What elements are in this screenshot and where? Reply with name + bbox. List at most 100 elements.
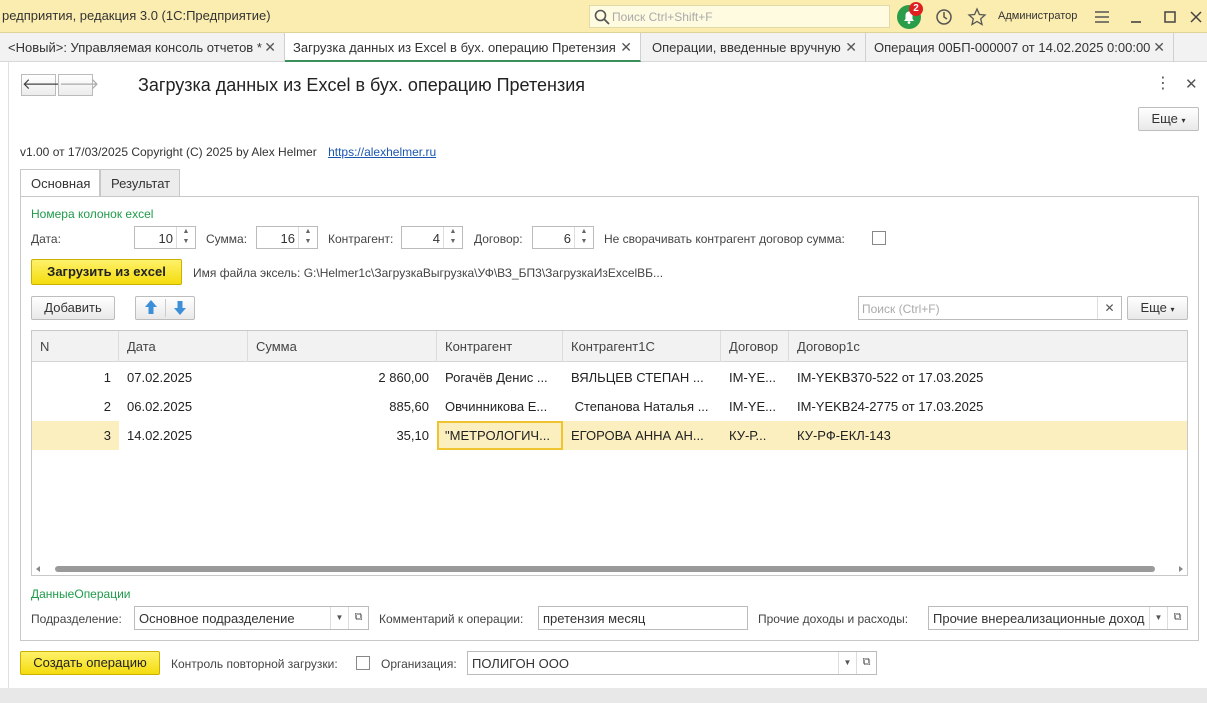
filename-value[interactable]: G:\Helmer1c\ЗагрузкаВыгрузка\УФ\ВЗ_БП3\З… [304,266,663,280]
move-up-icon[interactable] [144,298,158,323]
cell-counterparty-current[interactable]: "МЕТРОЛОГИЧ... [437,421,563,450]
tab-report-console[interactable]: <Новый>: Управляемая консоль отчетов * ✕ [0,33,285,62]
author-site-link[interactable]: https://alexhelmer.ru [328,145,436,159]
chevron-down-icon[interactable]: ▼ [330,607,348,629]
cell-counterparty[interactable]: Овчинникова Е... [437,392,563,421]
cell-contract[interactable]: КУ-Р... [721,421,789,450]
cell-date[interactable]: 07.02.2025 [119,363,248,392]
add-row-button[interactable]: Добавить [31,296,115,320]
cell-n[interactable]: 1 [32,363,119,392]
global-search-input[interactable]: Поиск Ctrl+Shift+F [589,5,890,28]
filename-row: Имя файла эксель: G:\Helmer1c\ЗагрузкаВы… [193,266,663,280]
cell-date[interactable]: 14.02.2025 [119,421,248,450]
spin-arrows-icon[interactable]: ▲ ▼ [176,227,195,248]
chevron-down-icon[interactable]: ▼ [1149,607,1167,629]
cell-sum[interactable]: 35,10 [248,421,437,450]
open-icon[interactable]: ⧉ [348,607,368,629]
form-title: Загрузка данных из Excel в бух. операцию… [138,75,585,95]
chevron-down-icon[interactable]: ▼ [838,652,856,674]
sum-column-input[interactable]: 16 ▲ ▼ [256,226,318,249]
tab-operation-document[interactable]: Операция 00БП-000007 от 14.02.2025 0:00:… [866,33,1174,62]
cell-n[interactable]: 2 [32,392,119,421]
minimize-icon[interactable] [1126,7,1146,27]
clear-search-icon[interactable]: ✕ [1097,297,1121,319]
division-value: Основное подразделение [139,611,295,626]
table-search-placeholder: Поиск (Ctrl+F) [862,302,940,316]
form-more-button[interactable]: Еще ▾ [1138,107,1199,131]
move-down-icon[interactable] [173,299,187,324]
contract-column-input[interactable]: 6 ▲ ▼ [532,226,594,249]
favorites-star-icon[interactable] [967,7,987,27]
cell-sum[interactable]: 885,60 [248,392,437,421]
spin-arrows-icon[interactable]: ▲ ▼ [574,227,593,248]
table-row-selected[interactable]: 3 14.02.2025 35,10 "МЕТРОЛОГИЧ... ЕГОРОВ… [32,421,1187,450]
cell-date[interactable]: 06.02.2025 [119,392,248,421]
counterparty-column-input[interactable]: 4 ▲ ▼ [401,226,463,249]
chevron-down-icon: ▾ [1170,305,1175,314]
cell-counterparty-1c[interactable]: Степанова Наталья ... [563,392,721,421]
column-header-contract[interactable]: Договор [721,331,789,362]
more-vert-icon[interactable]: ⋮ [1155,73,1171,93]
organization-select[interactable]: ПОЛИГОН ООО ▼ ⧉ [467,651,877,675]
app-title: редприятия, редакция 3.0 (1С:Предприятие… [2,8,271,23]
other-income-expense-select[interactable]: Прочие внереализационные доход ▼ ⧉ [928,606,1188,630]
cell-contract-1c[interactable]: КУ-РФ-ЕКЛ-143 [789,421,1187,450]
forward-button[interactable]: 🡒 [58,74,99,96]
table-row[interactable]: 1 07.02.2025 2 860,00 Рогачёв Денис ... … [32,363,1187,392]
no-collapse-checkbox[interactable] [872,231,886,245]
history-icon[interactable] [934,7,954,27]
cell-counterparty-1c[interactable]: ВЯЛЬЦЕВ СТЕПАН ... [563,363,721,392]
load-from-excel-button[interactable]: Загрузить из excel [31,259,182,285]
date-column-input[interactable]: 10 ▲ ▼ [134,226,196,249]
chevron-down-icon: ▾ [1181,116,1186,125]
cell-contract[interactable]: IM-YE... [721,392,789,421]
tab-result[interactable]: Результат [100,169,180,197]
comment-label: Комментарий к операции: [379,612,524,626]
table-more-button[interactable]: Еще ▾ [1127,296,1188,320]
cell-contract-1c[interactable]: IM-YEKB370-522 от 17.03.2025 [789,363,1187,392]
open-icon[interactable]: ⧉ [856,652,876,674]
close-icon[interactable]: ✕ [620,39,632,56]
tab-manual-operations[interactable]: Операции, введенные вручную ✕ [644,33,866,62]
division-select[interactable]: Основное подразделение ▼ ⧉ [134,606,369,630]
column-header-sum[interactable]: Сумма [248,331,437,362]
tab-main[interactable]: Основная [20,169,100,198]
other-income-expense-label: Прочие доходы и расходы: [758,612,909,626]
spin-arrows-icon[interactable]: ▲ ▼ [298,227,317,248]
tab-excel-import[interactable]: Загрузка данных из Excel в бух. операцию… [285,33,641,62]
close-icon[interactable]: ✕ [845,39,857,56]
create-operation-button[interactable]: Создать операцию [20,651,160,675]
open-icon[interactable]: ⧉ [1167,607,1187,629]
cell-counterparty-1c[interactable]: ЕГОРОВА АННА АН... [563,421,721,450]
column-header-date[interactable]: Дата [119,331,248,362]
current-user[interactable]: Администратор [998,10,1077,22]
table-row[interactable]: 2 06.02.2025 885,60 Овчинникова Е... Сте… [32,392,1187,421]
close-app-icon[interactable] [1186,7,1206,27]
cell-counterparty[interactable]: Рогачёв Денис ... [437,363,563,392]
comment-input[interactable]: претензия месяц [538,606,748,630]
reload-control-checkbox[interactable] [356,656,370,670]
reload-control-label: Контроль повторной загрузки: [171,657,338,671]
arrow-left-icon: 🡐 [22,76,63,93]
column-header-counterparty[interactable]: Контрагент [437,331,563,362]
cell-n[interactable]: 3 [32,421,119,450]
column-header-n[interactable]: N [32,331,119,362]
cell-contract[interactable]: IM-YE... [721,363,789,392]
column-header-counterparty-1c[interactable]: Контрагент1С [563,331,721,362]
close-icon[interactable]: ✕ [264,39,276,56]
excel-columns-group-title: Номера колонок excel [31,207,154,221]
cell-sum[interactable]: 2 860,00 [248,363,437,392]
counterparty-column-label: Контрагент: [328,232,394,246]
cell-contract-1c[interactable]: IM-YEKB24-2775 от 17.03.2025 [789,392,1187,421]
close-icon[interactable]: ✕ [1153,39,1165,56]
column-header-contract-1c[interactable]: Договор1с [789,331,1187,362]
close-form-icon[interactable]: ✕ [1185,75,1198,93]
maximize-icon[interactable] [1160,7,1180,27]
tab-label: Загрузка данных из Excel в бух. операцию… [293,40,616,55]
table-search-input[interactable]: Поиск (Ctrl+F) ✕ [858,296,1122,320]
organization-label: Организация: [381,657,457,671]
spin-arrows-icon[interactable]: ▲ ▼ [443,227,462,248]
back-button[interactable]: 🡐 [21,74,62,96]
table-horizontal-scrollbar[interactable] [31,563,1188,575]
main-menu-icon[interactable] [1092,7,1112,27]
